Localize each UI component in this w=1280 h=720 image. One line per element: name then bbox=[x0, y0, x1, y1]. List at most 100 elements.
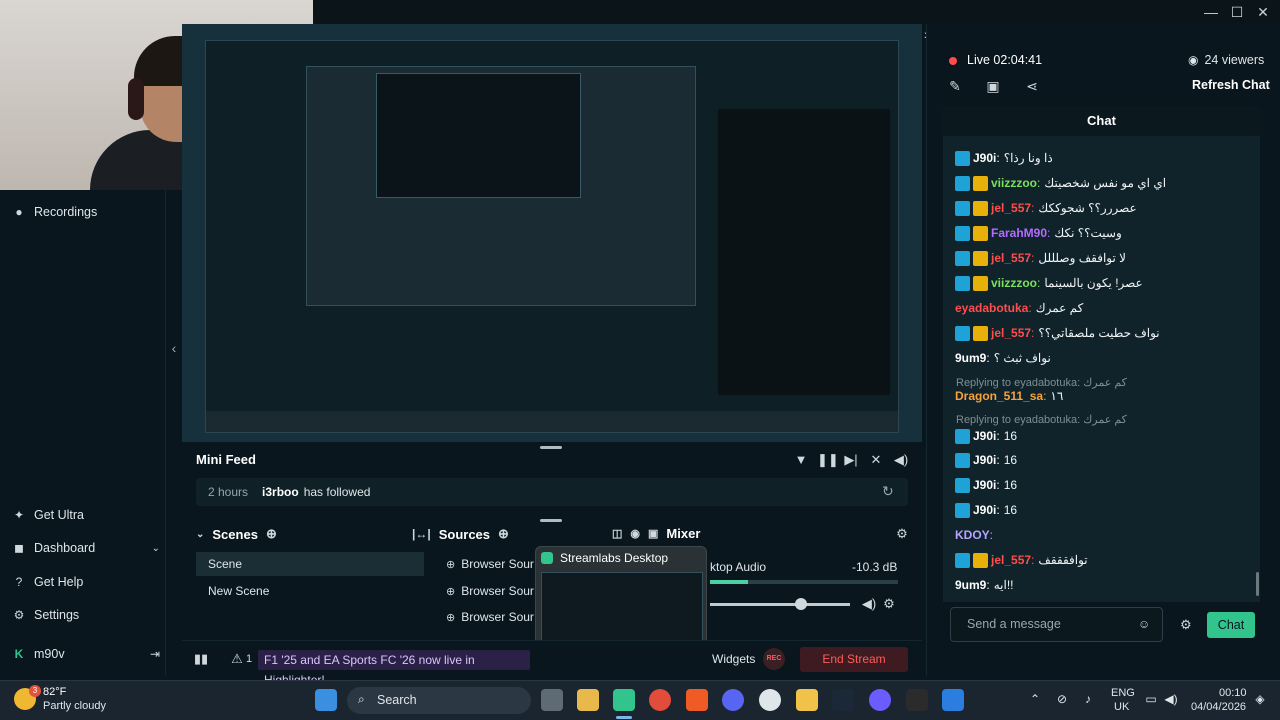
chat-username[interactable]: J90i bbox=[973, 478, 996, 492]
sidebar-item-user[interactable]: K m90v ⇥ bbox=[12, 643, 160, 665]
task-view-icon[interactable] bbox=[541, 689, 563, 711]
resize-handle[interactable] bbox=[540, 446, 562, 449]
sidebar-item-settings[interactable]: ⚙ Settings bbox=[12, 604, 160, 626]
chat-username[interactable]: viizzzoo bbox=[991, 276, 1037, 290]
filter-icon[interactable]: ▼ bbox=[792, 451, 810, 469]
chat-send-button[interactable]: Chat bbox=[1207, 612, 1255, 638]
scene-item[interactable]: New Scene bbox=[196, 579, 424, 603]
chat-username[interactable]: 9um9 bbox=[955, 351, 986, 365]
stream-preview[interactable] bbox=[205, 40, 899, 433]
chat-username[interactable]: J90i bbox=[973, 503, 996, 517]
streamlabs-taskbar-icon[interactable] bbox=[613, 689, 635, 711]
folder-icon[interactable]: ▣ bbox=[648, 527, 658, 540]
notification-icon[interactable]: ◈ bbox=[1252, 692, 1268, 708]
language[interactable]: ENG bbox=[1111, 687, 1135, 699]
minimize-button[interactable]: — bbox=[1198, 2, 1224, 22]
chat-username[interactable]: jel_557 bbox=[991, 553, 1031, 567]
settings-app-icon[interactable] bbox=[759, 689, 781, 711]
widgets-label[interactable]: Widgets bbox=[712, 652, 755, 666]
chat-scrollbar[interactable] bbox=[1256, 572, 1259, 596]
chat-username[interactable]: jel_557 bbox=[991, 326, 1031, 340]
send-message-input[interactable]: Send a message bbox=[950, 607, 1163, 642]
add-source-icon[interactable]: ⊕ bbox=[498, 526, 509, 542]
chat-username[interactable]: J90i bbox=[973, 429, 996, 443]
add-scene-icon[interactable]: ⊕ bbox=[266, 526, 277, 542]
mixer-header: ◫ ◉ ▣ Mixer bbox=[612, 526, 700, 541]
clock-time[interactable]: 00:10 bbox=[1219, 687, 1247, 699]
resize-handle[interactable] bbox=[540, 519, 562, 522]
chat-settings-icon[interactable]: ⚙ bbox=[1180, 617, 1194, 632]
skip-icon[interactable]: ▶| bbox=[842, 451, 860, 469]
sidebar-item-get-help[interactable]: ? Get Help bbox=[12, 571, 160, 593]
app-icon[interactable] bbox=[869, 689, 891, 711]
volume-icon[interactable]: ◀) bbox=[892, 451, 910, 469]
collapse-sidebar-icon[interactable]: ‹ bbox=[166, 340, 182, 364]
source-item[interactable]: ⊕ Browser Sour bbox=[438, 552, 534, 576]
highlighter-promo[interactable]: F1 '25 and EA Sports FC '26 now live in … bbox=[258, 650, 530, 687]
chat-username[interactable]: Dragon_511_sa bbox=[955, 389, 1043, 403]
chat-username[interactable]: jel_557 bbox=[991, 251, 1031, 265]
discord-icon[interactable] bbox=[722, 689, 744, 711]
record-button[interactable]: REC bbox=[763, 648, 785, 670]
logout-icon[interactable]: ⇥ bbox=[150, 647, 160, 661]
weather-badge: 3 bbox=[29, 685, 41, 697]
sidebar-item-recordings[interactable]: ● Recordings bbox=[12, 201, 160, 223]
brave-icon[interactable] bbox=[686, 689, 708, 711]
battlenet-icon[interactable] bbox=[942, 689, 964, 711]
performance-icon[interactable]: ▮▮ bbox=[192, 650, 210, 668]
volume-slider[interactable] bbox=[710, 603, 850, 606]
source-item[interactable]: ⊕ Browser Sour bbox=[438, 605, 534, 629]
feed-event-user[interactable]: i3rboo bbox=[262, 485, 299, 499]
pause-icon[interactable]: ❚❚ bbox=[817, 451, 839, 469]
scene-item[interactable]: Scene bbox=[196, 552, 424, 576]
source-item[interactable]: ⊕ Browser Sour bbox=[438, 579, 534, 603]
windows-start-icon[interactable] bbox=[315, 689, 337, 711]
end-stream-button[interactable]: End Stream bbox=[800, 647, 908, 672]
source-icon[interactable]: ◫ bbox=[612, 527, 622, 540]
refresh-chat-button[interactable]: Refresh Chat bbox=[1192, 78, 1270, 92]
mixer-item-settings-icon[interactable]: ⚙ bbox=[880, 595, 898, 613]
chat-username[interactable]: viizzzoo bbox=[991, 176, 1037, 190]
emoji-icon[interactable]: ☺ bbox=[1138, 617, 1152, 631]
reply-reference: Replying to eyadabotuka: كم عمرك bbox=[956, 414, 1127, 426]
taskbar-search[interactable]: Search bbox=[347, 687, 531, 714]
streamlabs-icon bbox=[541, 552, 553, 564]
chat-username[interactable]: 9um9 bbox=[955, 578, 986, 592]
app-icon[interactable] bbox=[906, 689, 928, 711]
chat-username[interactable]: J90i bbox=[973, 453, 996, 467]
close-button[interactable]: ✕ bbox=[1250, 2, 1276, 22]
clock-date[interactable]: 04/04/2026 bbox=[1191, 701, 1246, 713]
display-icon[interactable]: ▭ bbox=[1143, 692, 1159, 708]
share-icon[interactable]: ⋖ bbox=[1023, 77, 1041, 95]
chrome-icon[interactable] bbox=[649, 689, 671, 711]
volume-tray-icon[interactable]: ◀) bbox=[1163, 692, 1179, 708]
chat-username[interactable]: jel_557 bbox=[991, 201, 1031, 215]
chat-username[interactable]: eyadabotuka bbox=[955, 301, 1028, 315]
region[interactable]: UK bbox=[1114, 701, 1129, 713]
steam-icon[interactable] bbox=[832, 689, 854, 711]
maximize-button[interactable]: ☐ bbox=[1224, 2, 1250, 22]
file-explorer-icon[interactable] bbox=[577, 689, 599, 711]
chevron-down-icon[interactable]: ⌄ bbox=[196, 529, 204, 540]
chat-separator: : bbox=[1031, 326, 1035, 340]
hidden-icon[interactable]: ◉ bbox=[630, 527, 640, 540]
chat-username[interactable]: KDOY bbox=[955, 528, 990, 542]
microphone-icon[interactable]: ♪ bbox=[1080, 692, 1096, 708]
tray-overflow-icon[interactable]: ⌃ bbox=[1027, 692, 1043, 708]
mixer-settings-icon[interactable]: ⚙ bbox=[893, 525, 911, 543]
mute-icon[interactable]: ◀) bbox=[860, 595, 878, 613]
globe-icon: ⊕ bbox=[446, 611, 456, 624]
chat-username[interactable]: J90i bbox=[973, 151, 996, 165]
sidebar-item-get-ultra[interactable]: ✦ Get Ultra bbox=[12, 504, 160, 526]
stream-info-icon[interactable]: ▣ bbox=[984, 77, 1002, 95]
tray-app-icon[interactable]: ⊘ bbox=[1054, 692, 1070, 708]
notes-app-icon[interactable] bbox=[796, 689, 818, 711]
mute-alerts-icon[interactable]: ✕ bbox=[867, 451, 885, 469]
edit-icon[interactable]: ✎ bbox=[946, 77, 964, 95]
moderator-badge-icon bbox=[955, 175, 970, 191]
sidebar-item-dashboard[interactable]: ◼ Dashboard ⌄ bbox=[12, 537, 160, 559]
refresh-icon[interactable]: ↻ bbox=[882, 483, 894, 500]
chat-username[interactable]: FarahM90 bbox=[991, 226, 1047, 240]
volume-slider-handle[interactable] bbox=[795, 598, 807, 610]
source-toggle-icon[interactable]: |↔| bbox=[412, 527, 431, 541]
